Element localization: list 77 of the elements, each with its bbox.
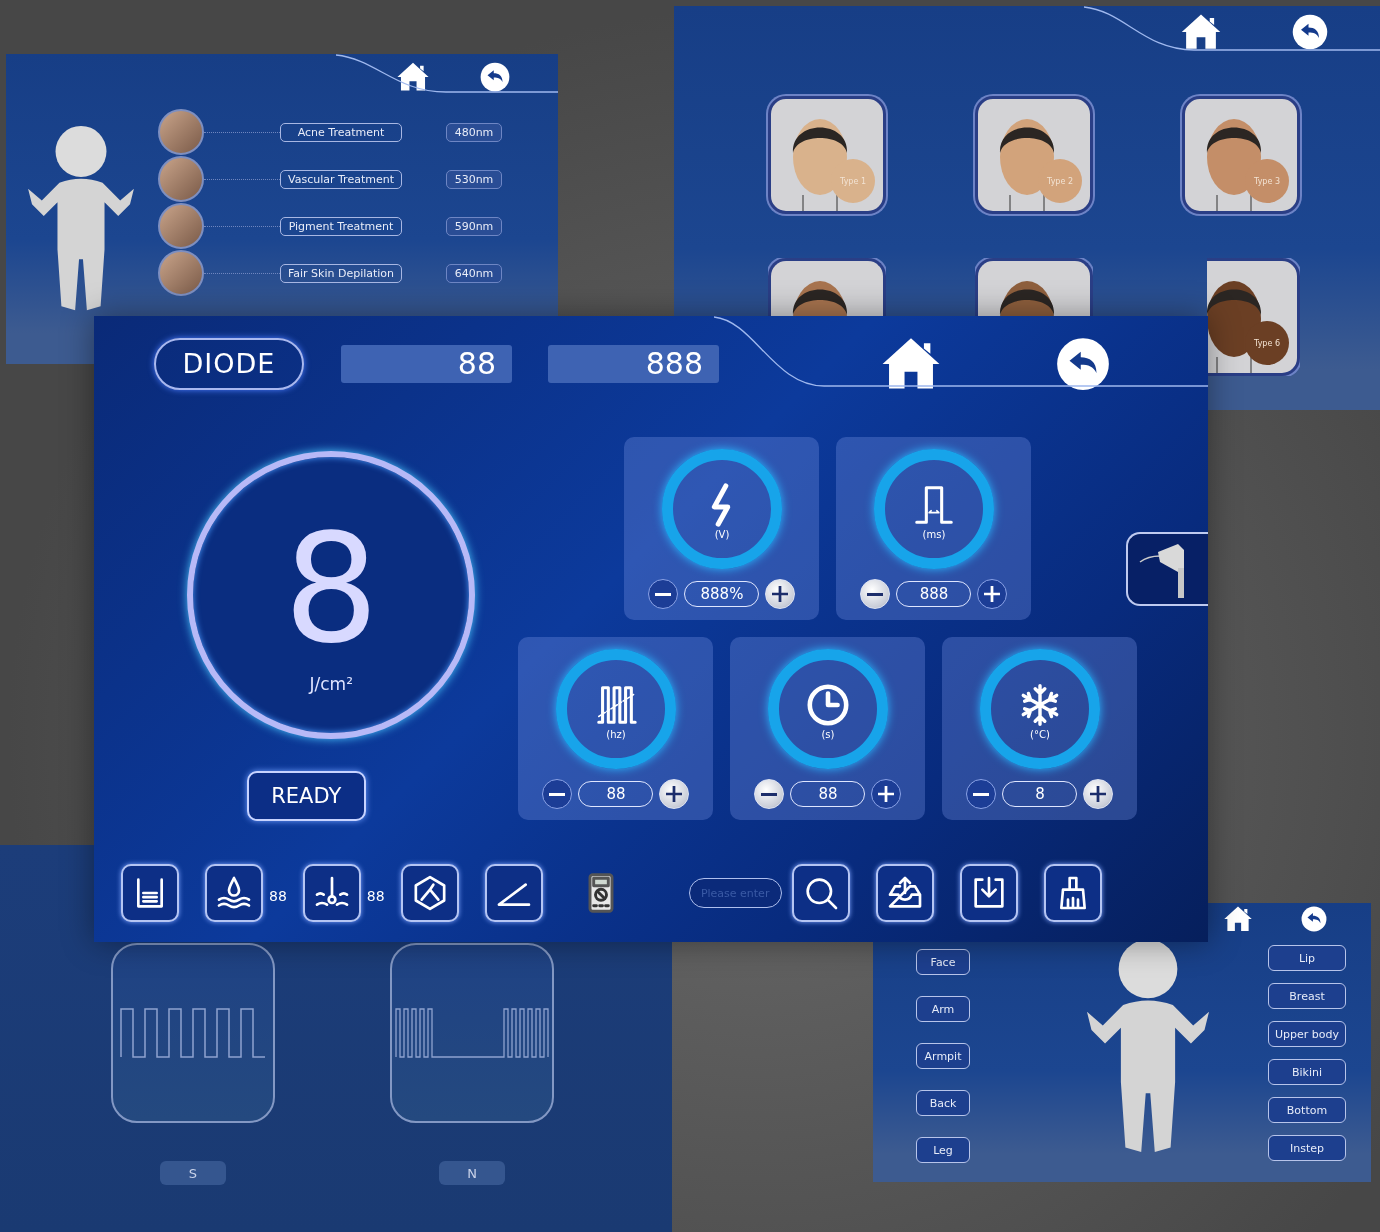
minus-icon (973, 792, 990, 796)
skin-tone-swatch: Type 6 (1245, 321, 1289, 365)
minus-icon (655, 592, 672, 596)
reading-value: 88 (366, 888, 385, 904)
plus-button[interactable] (977, 579, 1008, 609)
skin-type-tile[interactable] (975, 258, 1093, 316)
skin-type-tile[interactable] (768, 258, 886, 316)
toolbar-button[interactable] (875, 864, 934, 922)
toolbar-button[interactable] (121, 864, 179, 922)
treatment-button[interactable]: Pigment Treatment (280, 216, 402, 236)
wavelength-label: 640nm (446, 263, 502, 283)
skin-tone-swatch: Type 2 (1038, 159, 1082, 203)
toolbar-button[interactable] (205, 864, 263, 922)
toolbar-button[interactable] (959, 864, 1018, 922)
unit-label: (°C) (1030, 729, 1050, 740)
plus-icon (878, 786, 895, 802)
minus-icon (867, 592, 884, 596)
plus-icon (666, 786, 683, 802)
ready-button[interactable]: READY (246, 771, 366, 821)
readout-display: 888 (548, 344, 719, 383)
treatment-button[interactable]: Fair Skin Depilation (280, 263, 402, 283)
back-icon[interactable] (1056, 336, 1110, 391)
body-area-button[interactable]: Arm (916, 996, 970, 1022)
pulse-mode-tile[interactable] (111, 943, 275, 1123)
plus-icon (1090, 786, 1107, 802)
back-icon[interactable] (1301, 906, 1327, 932)
body-area-button[interactable]: Breast (1268, 983, 1346, 1009)
pulse-mode-tile[interactable] (390, 943, 554, 1123)
body-area-button[interactable]: Back (916, 1090, 970, 1116)
fluence-value: 8 (283, 514, 379, 664)
toolbar-button[interactable] (484, 864, 543, 922)
reading-value: 88 (269, 888, 287, 904)
mode-button[interactable]: S (160, 1161, 226, 1185)
unit-label: (hz) (606, 729, 626, 740)
mode-label: DIODE (154, 337, 304, 390)
photo-placeholder (158, 203, 204, 249)
minus-button[interactable] (648, 579, 679, 609)
skin-tone-swatch: Type 3 (1245, 159, 1289, 203)
minus-button[interactable] (966, 779, 997, 809)
unit-label: (s) (821, 729, 835, 740)
minus-icon (761, 792, 778, 796)
body-area-button[interactable]: Leg (916, 1137, 970, 1163)
unit-label: (V) (714, 529, 730, 540)
treatment-button[interactable]: Vascular Treatment (280, 169, 402, 189)
unit-label: (ms) (922, 529, 946, 540)
body-area-button[interactable]: Armpit (916, 1043, 970, 1069)
readout-display: 88 (341, 344, 512, 383)
photo-placeholder (158, 250, 204, 296)
skin-tone-swatch: Type 1 (831, 159, 875, 203)
wavelength-label: 480nm (446, 122, 502, 142)
photo-placeholder (158, 156, 204, 202)
back-icon[interactable] (480, 62, 510, 92)
minus-button[interactable] (542, 779, 573, 809)
minus-icon (549, 792, 566, 796)
plus-button[interactable] (871, 779, 902, 809)
body-area-button[interactable]: Bottom (1268, 1097, 1346, 1123)
body-area-button[interactable]: Instep (1268, 1135, 1346, 1161)
skin-type-tile[interactable]: Type 6 (1207, 258, 1300, 376)
mode-button[interactable]: N (439, 1161, 505, 1185)
body-area-button[interactable]: Bikini (1268, 1059, 1346, 1085)
toolbar-button[interactable] (400, 864, 459, 922)
handpiece-button[interactable] (1126, 532, 1208, 606)
photo-placeholder (158, 109, 204, 155)
toolbar-button[interactable] (1043, 864, 1102, 922)
body-area-button[interactable]: Upper body (1268, 1021, 1346, 1047)
toolbar-button[interactable] (302, 864, 361, 922)
treatment-button[interactable]: Acne Treatment (280, 122, 402, 142)
toolbar-button[interactable] (791, 864, 850, 922)
fluence-unit: J/cm² (309, 674, 353, 694)
plus-icon (984, 586, 1001, 602)
body-area-button[interactable]: Face (916, 949, 970, 975)
wavelength-label: 590nm (446, 216, 502, 236)
home-icon[interactable] (1223, 904, 1253, 934)
back-icon[interactable] (1292, 14, 1328, 50)
plus-icon (772, 586, 789, 602)
wavelength-label: 530nm (446, 169, 502, 189)
body-area-button[interactable]: Lip (1268, 945, 1346, 971)
